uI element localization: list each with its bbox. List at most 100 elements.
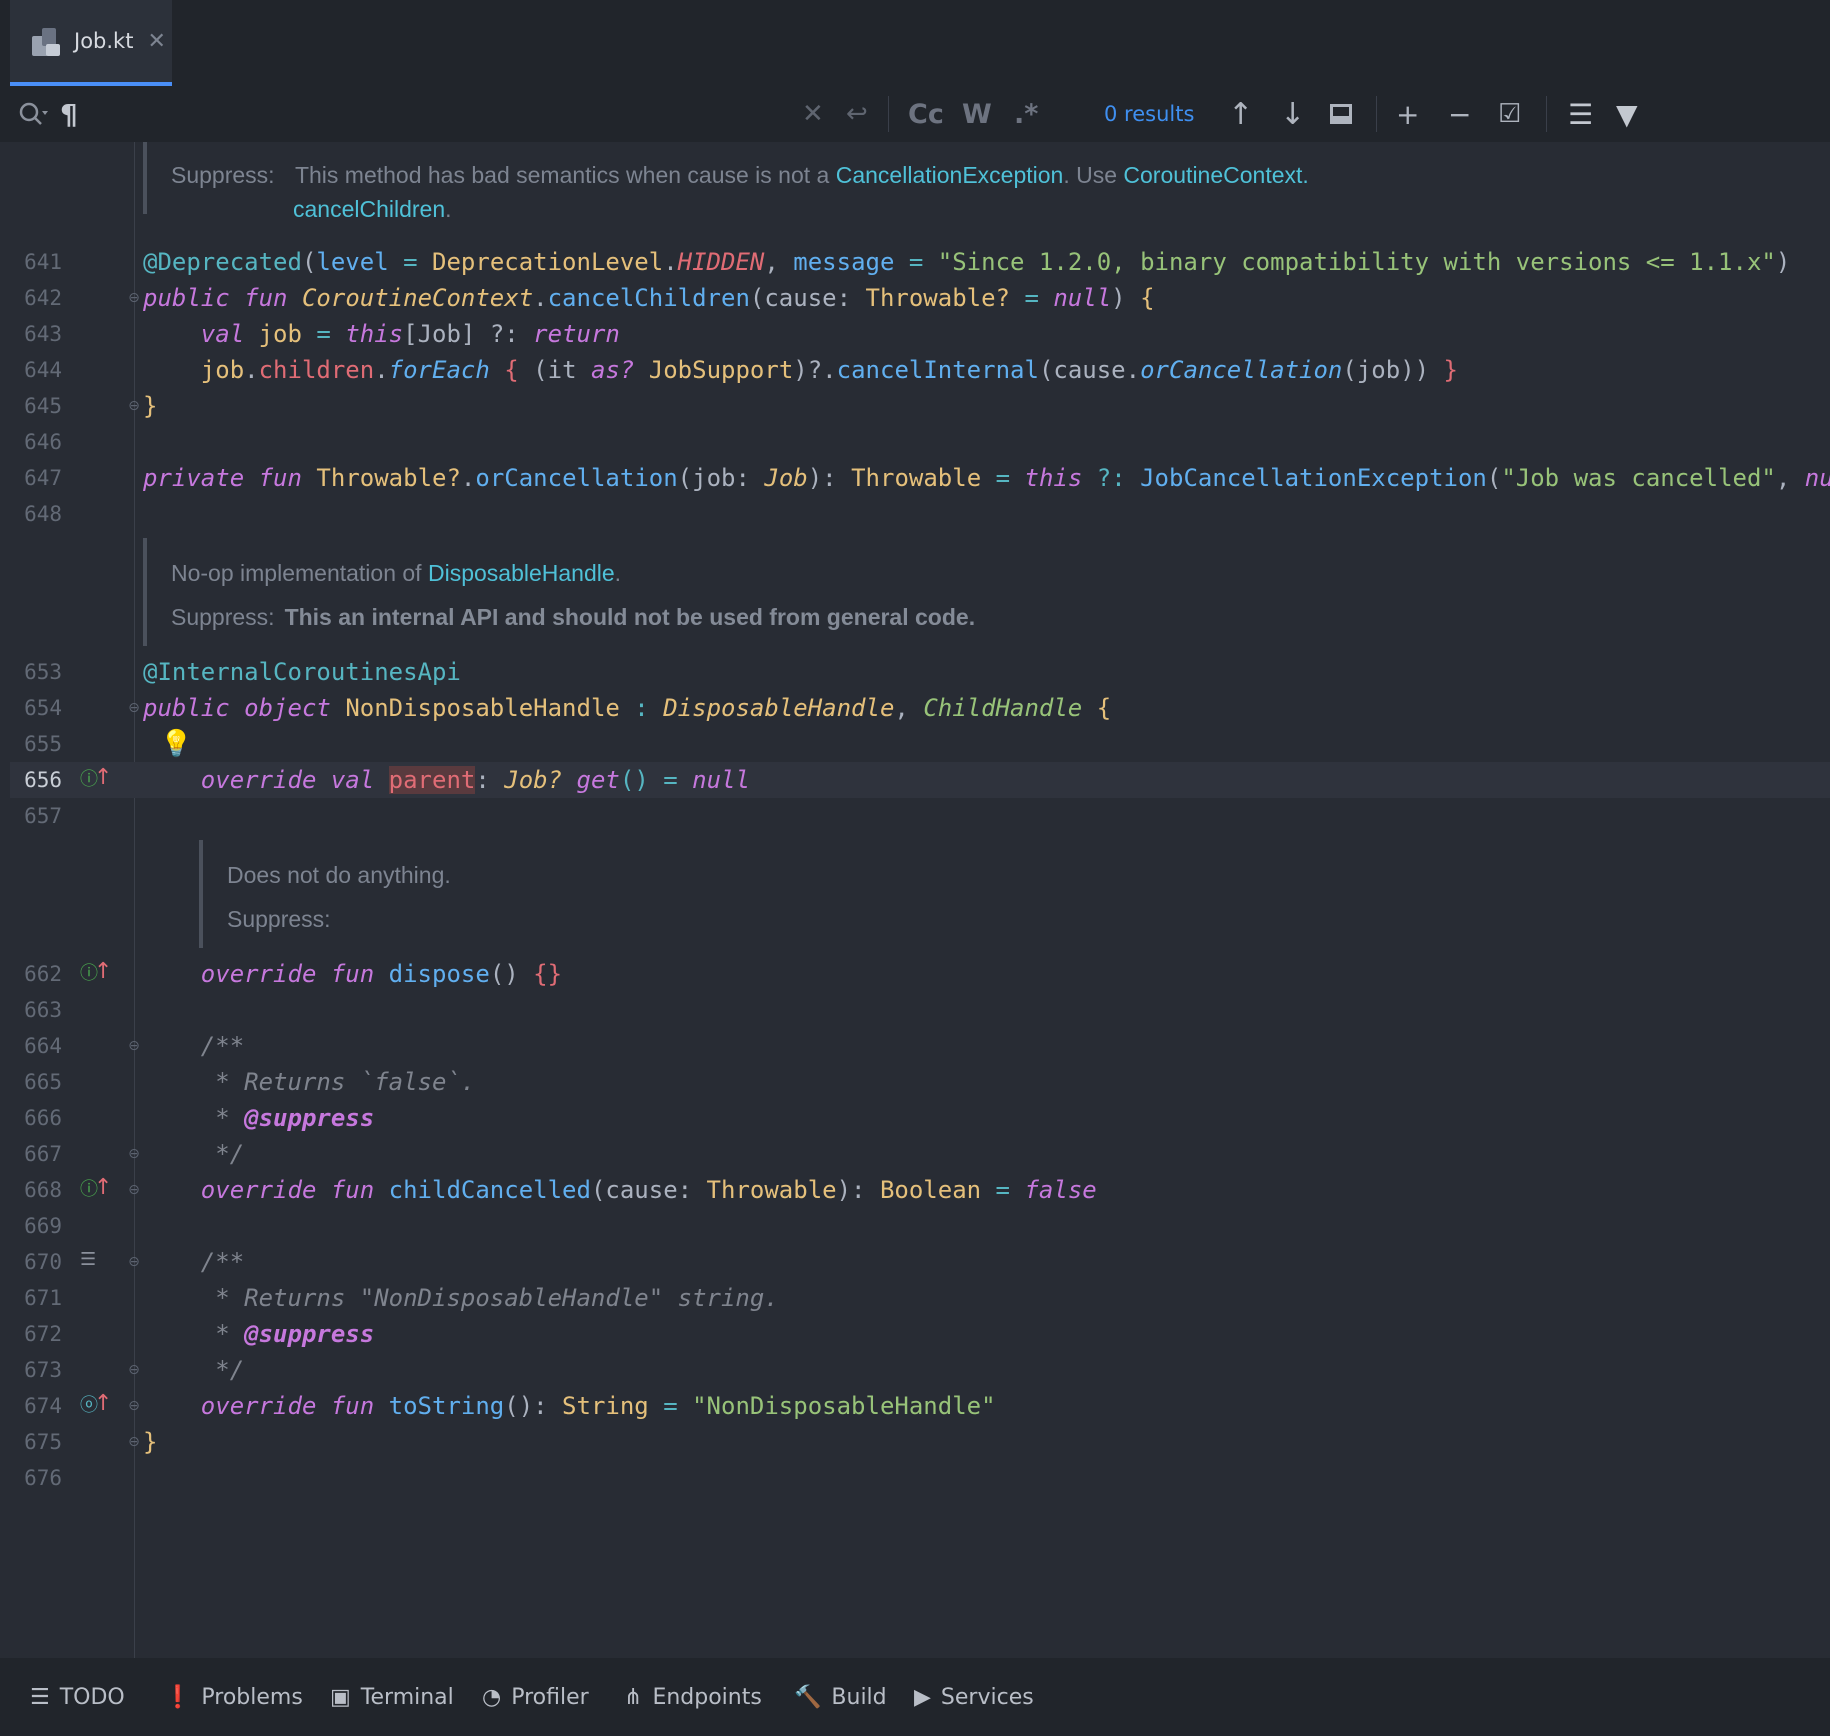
render-doc-icon[interactable]: ☰ [80,1242,96,1278]
todo-tool-button[interactable]: ☰ TODO [30,1658,125,1736]
code-line: @InternalCoroutinesApi [143,658,461,686]
line-number: 647 [24,466,62,490]
code-line: @Deprecated(level = DeprecationLevel.HID… [143,248,1791,276]
suppress-label: Suppress: [227,906,331,932]
lightbulb-icon[interactable]: 💡 [160,726,192,762]
fold-icon[interactable]: ⊖ [126,1028,142,1064]
regex-button[interactable]: .* [1014,86,1038,142]
suppress-label: Suppress: [171,162,275,188]
doc-link[interactable]: cancelChildren [293,196,445,222]
find-bar: ¶ ✕ ↩ Cc W .* 0 results ↑ ↓ + − ☑ ☰ ▼ [0,86,1830,142]
kotlin-file-icon [32,26,60,56]
suppress-label: Suppress: [171,604,275,630]
endpoints-label: Endpoints [652,1684,762,1710]
search-icon[interactable] [18,86,48,142]
fold-icon[interactable]: ⊖ [126,1136,142,1172]
code-line: override fun dispose() {} [200,960,563,988]
services-tool-button[interactable]: ▶ Services [914,1658,1034,1736]
doc-row: Does not do anything. [227,862,451,888]
profiler-tool-button[interactable]: ◔ Profiler [482,1658,589,1736]
doc-link[interactable]: CancellationException [836,162,1064,188]
previous-occurrence-icon[interactable]: ↑ [1228,86,1253,142]
code-line: /** [200,1032,245,1060]
clear-search-icon[interactable]: ✕ [802,86,824,142]
fold-icon[interactable]: ⊖ [126,1424,142,1460]
next-occurrence-icon[interactable]: ↓ [1280,86,1305,142]
words-button[interactable]: W [962,86,992,142]
services-label: Services [940,1684,1034,1710]
fold-icon[interactable]: ⊖ [126,280,142,316]
code-line: * @suppress [200,1320,375,1348]
doc-link[interactable]: CoroutineContext. [1123,162,1308,188]
match-case-button[interactable]: Cc [908,86,944,142]
add-occurrence-icon[interactable]: + [1396,86,1419,142]
line-number: 644 [24,358,62,382]
doc-text: This method has bad semantics when cause… [294,162,836,188]
line-number: 675 [24,1430,62,1454]
code-line: * Returns "NonDisposableHandle" string. [200,1284,779,1312]
build-tool-button[interactable]: 🔨 Build [794,1658,887,1736]
line-number: 642 [24,286,62,310]
line-number: 654 [24,696,62,720]
override-arrow-icon[interactable]: ↑ [94,1386,112,1422]
separator [1546,96,1547,132]
fold-icon[interactable]: ⊖ [126,1352,142,1388]
doc-row: No-op implementation of DisposableHandle… [171,556,1471,590]
line-number: 669 [24,1214,62,1238]
line-number: 667 [24,1142,62,1166]
code-line: * Returns `false`. [200,1068,476,1096]
code-line: job.children.forEach { (it as? JobSuppor… [200,356,1458,384]
code-line: override fun toString(): String = "NonDi… [200,1392,996,1420]
line-number: 643 [24,322,62,346]
profiler-label: Profiler [511,1684,589,1710]
multiline-icon[interactable]: ☰ [1568,86,1593,142]
open-in-window-icon[interactable] [1330,86,1352,142]
rendered-doc-comment[interactable]: No-op implementation of DisposableHandle… [143,538,1471,646]
endpoints-tool-button[interactable]: ⋔ Endpoints [624,1658,762,1736]
results-count: 0 results [1104,102,1195,126]
fold-icon[interactable]: ⊖ [126,1388,142,1424]
line-number: 655 [24,732,62,756]
line-number: 664 [24,1034,62,1058]
select-all-occurrences-icon[interactable]: ☑ [1498,86,1521,142]
fold-icon[interactable]: ⊖ [126,1172,142,1208]
close-tab-icon[interactable]: ✕ [147,29,165,54]
remove-occurrence-icon[interactable]: − [1448,86,1471,142]
line-number: 648 [24,502,62,526]
separator [888,96,889,132]
problems-tool-button[interactable]: ❗ Problems [164,1658,303,1736]
rendered-doc-comment[interactable]: Suppress: This method has bad semantics … [143,142,1471,222]
doc-link[interactable]: DisposableHandle [428,560,615,586]
new-line-icon[interactable]: ↩ [846,86,868,142]
line-number: 676 [24,1466,62,1490]
doc-row: Suppress: This method has bad semantics … [171,158,1471,192]
fold-icon[interactable]: ⊖ [126,388,142,424]
fold-icon[interactable]: ⊖ [126,1244,142,1280]
line-number: 663 [24,998,62,1022]
code-line: private fun Throwable?.orCancellation(jo… [143,464,1830,492]
search-input[interactable]: ¶ [60,86,78,142]
rendered-doc-comment[interactable]: Does not do anything. Suppress: [199,840,1427,948]
code-line: /** [200,1248,245,1276]
line-number: 665 [24,1070,62,1094]
problems-label: Problems [201,1684,303,1710]
line-number: 671 [24,1286,62,1310]
tab-job-kt[interactable]: Job.kt ✕ [10,0,172,86]
fold-icon[interactable]: ⊖ [126,690,142,726]
doc-row: Suppress: This an internal API and should… [171,600,1471,634]
filter-icon[interactable]: ▼ [1616,86,1638,142]
code-line: public fun CoroutineContext.cancelChildr… [143,284,1155,312]
code-line: override val parent: Job? get() = null [200,766,750,794]
code-line: val job = this[Job] ?: return [200,320,620,348]
override-arrow-icon[interactable]: ↑ [94,760,112,796]
line-number: 674 [24,1394,62,1418]
line-number: 645 [24,394,62,418]
override-arrow-icon[interactable]: ↑ [94,954,112,990]
list-icon: ☰ [30,1684,50,1710]
code-editor[interactable]: Suppress: This method has bad semantics … [0,142,1830,1674]
override-arrow-icon[interactable]: ↑ [94,1170,112,1206]
terminal-tool-button[interactable]: ▣ Terminal [330,1658,454,1736]
hammer-icon: 🔨 [794,1684,822,1710]
terminal-label: Terminal [360,1684,454,1710]
line-number: 646 [24,430,62,454]
